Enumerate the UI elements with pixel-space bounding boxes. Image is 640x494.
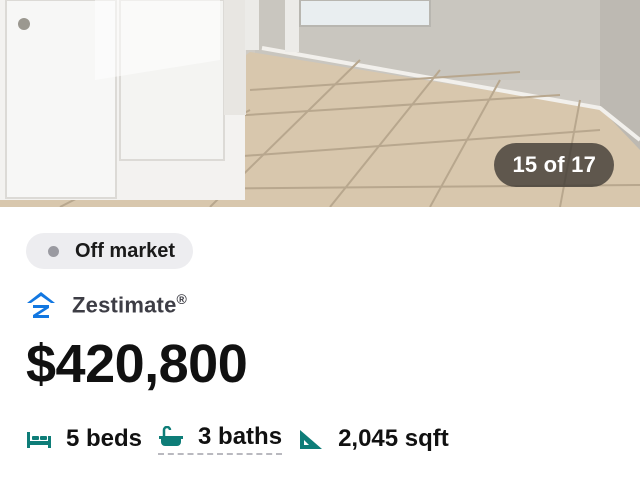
registered-mark: ® — [176, 291, 188, 308]
zestimate-label-text: Zestimate — [72, 292, 177, 318]
sqft-value: 2,045 sqft — [338, 425, 449, 452]
ruler-triangle-icon — [300, 430, 323, 449]
bathtub-icon — [159, 426, 184, 446]
sqft-fact: 2,045 sqft — [298, 425, 449, 453]
status-label: Off market — [75, 239, 176, 262]
status-badge: Off market — [26, 233, 194, 269]
zillow-logo-icon — [27, 292, 55, 318]
listing-photo[interactable]: 15 of 17 — [0, 0, 640, 207]
home-facts: 5 beds 3 baths 2,045 sqft — [26, 423, 465, 455]
bed-icon — [27, 432, 51, 448]
baths-fact[interactable]: 3 baths — [158, 423, 283, 455]
status-dot-icon — [48, 245, 59, 257]
price: $420,800 — [26, 334, 248, 394]
beds-fact: 5 beds — [26, 425, 142, 453]
zestimate-row[interactable]: Zestimate® — [26, 290, 187, 320]
address-line — [26, 470, 626, 494]
beds-value: 5 beds — [66, 425, 143, 452]
baths-value: 3 baths — [198, 423, 283, 450]
photo-counter: 15 of 17 — [494, 143, 614, 187]
zestimate-label: Zestimate® — [72, 291, 187, 318]
